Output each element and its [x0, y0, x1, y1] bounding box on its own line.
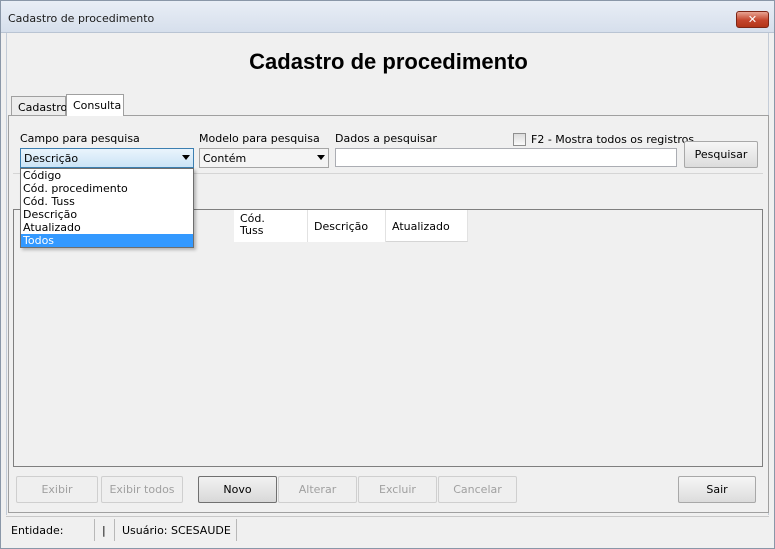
- dropdown-option[interactable]: Cód. procedimento: [21, 182, 193, 195]
- grid-header-descricao[interactable]: Descrição: [308, 210, 386, 242]
- search-data-label: Dados a pesquisar: [335, 132, 437, 145]
- dropdown-option[interactable]: Atualizado: [21, 221, 193, 234]
- tab-consulta-label: Consulta: [73, 99, 122, 112]
- main-window: Cadastro de procedimento ✕ Cadastro de p…: [0, 0, 775, 549]
- search-model-label: Modelo para pesquisa: [199, 132, 320, 145]
- tab-cadastro-label: Cadastro: [18, 101, 68, 114]
- status-bar: Entidade: | Usuário: SCESAUDE: [6, 516, 769, 544]
- cancelar-button[interactable]: Cancelar: [438, 476, 517, 503]
- show-all-label: F2 - Mostra todos os registros: [531, 133, 695, 146]
- grid-header-cod-tuss[interactable]: Cód. Tuss: [234, 210, 308, 242]
- search-model-value: Contém: [203, 152, 247, 165]
- excluir-button[interactable]: Excluir: [358, 476, 437, 503]
- grid-header-atualizado[interactable]: Atualizado: [386, 210, 468, 242]
- search-field-label: Campo para pesquisa: [20, 132, 140, 145]
- alterar-button[interactable]: Alterar: [278, 476, 357, 503]
- close-icon: ✕: [747, 13, 758, 26]
- tab-cadastro[interactable]: Cadastro: [11, 96, 68, 115]
- search-button[interactable]: Pesquisar: [684, 141, 758, 168]
- status-divider: [94, 519, 95, 541]
- exibir-todos-button[interactable]: Exibir todos: [101, 476, 183, 503]
- status-entidade: Entidade:: [11, 524, 64, 537]
- page-title: Cadastro de procedimento: [249, 49, 528, 74]
- dropdown-option[interactable]: Cód. Tuss: [21, 195, 193, 208]
- dropdown-option[interactable]: Descrição: [21, 208, 193, 221]
- search-field-dropdown[interactable]: Código Cód. procedimento Cód. Tuss Descr…: [20, 168, 194, 248]
- search-model-combo[interactable]: Contém: [199, 148, 329, 168]
- exibir-button[interactable]: Exibir: [16, 476, 98, 503]
- status-pipe: |: [102, 524, 106, 537]
- show-all-checkbox[interactable]: [513, 133, 526, 146]
- status-usuario: Usuário: SCESAUDE: [122, 524, 231, 537]
- novo-button[interactable]: Novo: [198, 476, 277, 503]
- chevron-down-icon: [317, 155, 325, 160]
- window-title: Cadastro de procedimento: [8, 12, 155, 25]
- status-divider: [236, 519, 237, 541]
- dropdown-option-selected[interactable]: Todos: [21, 234, 193, 247]
- dropdown-option[interactable]: Código: [21, 169, 193, 182]
- chevron-down-icon: [182, 155, 190, 160]
- tab-consulta[interactable]: Consulta: [66, 94, 124, 116]
- status-divider: [114, 519, 115, 541]
- search-field-combo[interactable]: Descrição: [20, 148, 194, 168]
- search-field-value: Descrição: [24, 152, 79, 165]
- sair-button[interactable]: Sair: [678, 476, 756, 503]
- title-bar[interactable]: Cadastro de procedimento ✕: [1, 1, 774, 33]
- close-button[interactable]: ✕: [736, 11, 769, 28]
- search-data-input[interactable]: [335, 148, 677, 167]
